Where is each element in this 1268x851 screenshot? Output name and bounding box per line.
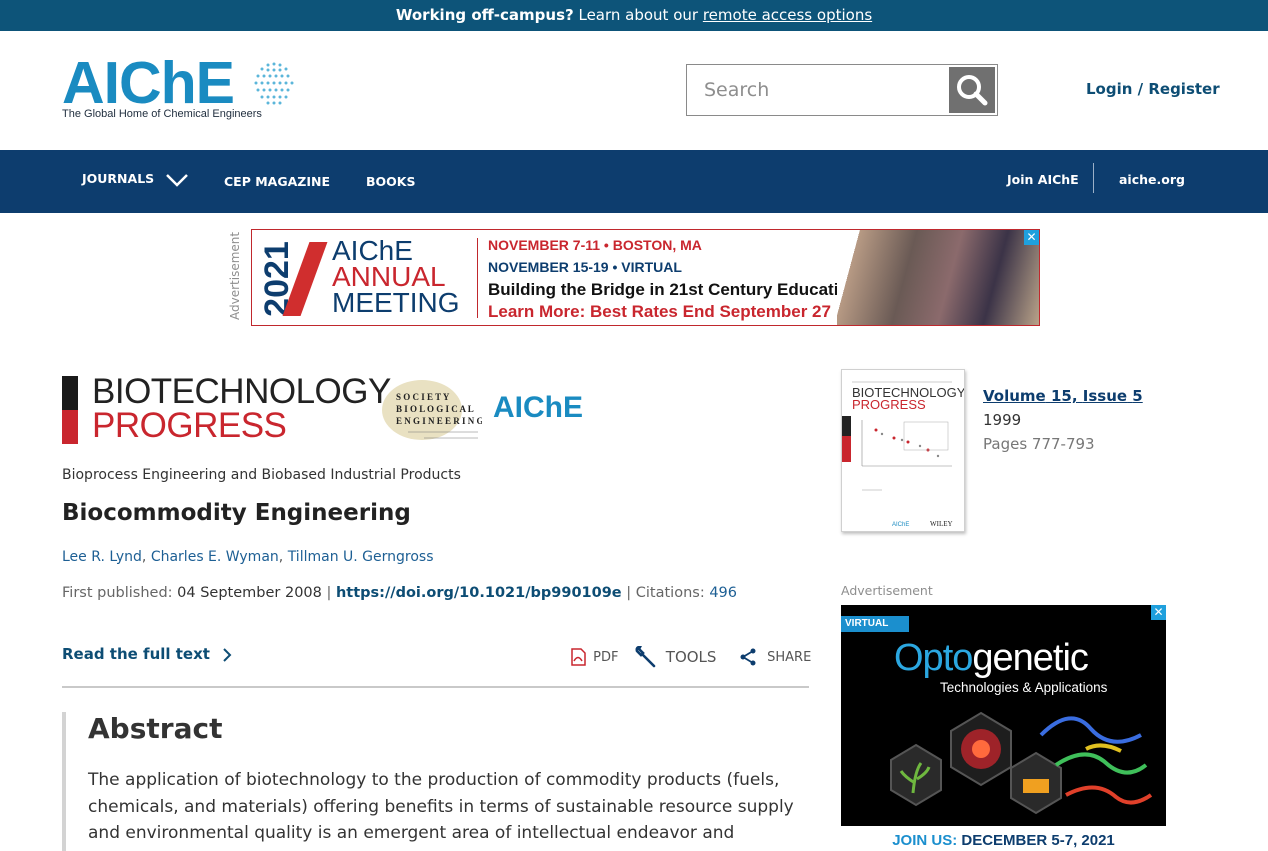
search-icon (957, 75, 988, 106)
svg-text:WILEY: WILEY (930, 520, 953, 528)
nav-books[interactable]: BOOKS (366, 174, 415, 189)
abstract-accent-bar (62, 712, 66, 851)
tools-label: TOOLS (665, 647, 717, 666)
aiche-logo-word: AIChE (62, 50, 235, 116)
banner-bold-text: Working off-campus? (395, 6, 574, 24)
nav-journals-label: JOURNALS (82, 171, 155, 186)
journal-logo-bars (62, 376, 78, 444)
doi-link[interactable]: https://doi.org/10.1021/bp990109e (336, 585, 622, 601)
nav-cep-magazine[interactable]: CEP MAGAZINE (224, 174, 330, 189)
banner-text: Learn about our (573, 6, 703, 24)
nav-join-aiche[interactable]: Join AIChE (1007, 172, 1079, 187)
issue-year: 1999 (983, 411, 1022, 429)
article-title: Biocommodity Engineering (62, 500, 411, 526)
section-divider (62, 686, 809, 688)
side-ad-label: Advertisement (841, 583, 933, 598)
svg-text:B I O L O G I C A L: B I O L O G I C A L (396, 404, 474, 414)
ad-label: Advertisement (228, 231, 242, 320)
share-button[interactable]: SHARE (739, 648, 811, 666)
remote-access-banner: Working off-campus? Learn about our remo… (0, 0, 1268, 31)
citations-count[interactable]: 496 (709, 585, 737, 601)
search-box[interactable]: Search (686, 64, 998, 116)
remote-access-link[interactable]: remote access options (703, 6, 872, 24)
journal-logo-line2: PROGRESS (92, 406, 287, 445)
ad-photo-collage (837, 230, 1039, 325)
chevron-right-icon (223, 647, 232, 662)
read-full-text-label: Read the full text (62, 645, 210, 663)
share-label: SHARE (767, 649, 812, 665)
cover-title-line2: PROGRESS (852, 397, 926, 412)
issue-label: Issue (1082, 387, 1128, 405)
ad-title-part1: Opto (894, 637, 973, 679)
volume-issue-link[interactable]: Volume 15, Issue 5 (983, 387, 1143, 405)
pdf-label: PDF (593, 649, 619, 665)
ad-headline: Building the Bridge in 21st Century Educ… (488, 280, 860, 299)
tools-button[interactable]: TOOLS (635, 645, 717, 668)
ad-cta: Learn More: Best Rates End September 27 (488, 302, 831, 321)
nav-journals[interactable]: JOURNALS (82, 171, 189, 187)
optogenetic-ad[interactable]: VIRTUAL Optogenetic Technologies & Appli… (841, 605, 1166, 851)
chevron-down-icon (165, 173, 188, 187)
pdf-icon (571, 648, 586, 666)
author-link[interactable]: Tillman U. Gerngross (288, 549, 434, 565)
ad-title-part2: genetic (972, 637, 1089, 679)
annual-meeting-ad[interactable]: 2021 AIChE ANNUAL MEETING NOVEMBER 7-11 … (251, 229, 1040, 326)
meta-divider: | (326, 585, 336, 601)
cover-artwork: BIOTECHNOLOGY PROGRESS WILEY AIChE (842, 381, 964, 528)
author-link[interactable]: Charles E. Wyman (151, 549, 279, 565)
article-section: Bioprocess Engineering and Biobased Indu… (62, 467, 461, 483)
globe-icon (254, 62, 294, 105)
aiche-logo-tagline: The Global Home of Chemical Engineers (62, 108, 262, 120)
read-full-text-link[interactable]: Read the full text (62, 645, 233, 663)
svg-text:S O C I E T Y: S O C I E T Y (396, 392, 450, 402)
wrench-icon (635, 645, 656, 668)
ad-text: NOVEMBER 7-11 • BOSTON, MA NOVEMBER 15-1… (488, 234, 859, 322)
ad-virtual-badge: VIRTUAL (841, 616, 909, 632)
svg-text:E N G I N E E R I N G: E N G I N E E R I N G (396, 416, 482, 426)
first-published-date: 04 September 2008 (177, 585, 322, 601)
svg-text:AIChE: AIChE (892, 522, 909, 528)
ad-join-banner: JOIN US: DECEMBER 5-7, 2021 (841, 826, 1166, 851)
sbe-logo[interactable]: S O C I E T Y B I O L O G I C A L E N G … (378, 378, 482, 442)
ad-date2: NOVEMBER 15-19 • VIRTUAL (488, 259, 682, 275)
pdf-button[interactable]: PDF (569, 648, 618, 666)
ad-subtitle: Technologies & Applications (940, 680, 1108, 695)
abstract-text: The application of biotechnology to the … (88, 770, 794, 851)
author-separator: , (278, 549, 288, 565)
ad-title: Optogenetic (894, 637, 1089, 680)
meta-divider: | (626, 585, 636, 601)
login-register-link[interactable]: Login / Register (1086, 80, 1220, 98)
partner-aiche-logo[interactable]: AIChE (493, 391, 583, 425)
ad-hexagon-artwork (890, 711, 1153, 815)
nav-aiche-org[interactable]: aiche.org (1119, 172, 1185, 187)
citations-label: Citations: (635, 585, 705, 601)
issue-pages: Pages 777-793 (983, 435, 1095, 453)
volume-number: 15, (1050, 387, 1078, 405)
publication-meta: First published: 04 September 2008 | htt… (62, 585, 737, 601)
ad-join-label: JOIN US: (892, 832, 958, 849)
author-link[interactable]: Lee R. Lynd (62, 549, 142, 565)
ad-meeting-wordmark: AIChE ANNUAL MEETING (332, 237, 460, 318)
author-separator: , (141, 549, 151, 565)
close-icon[interactable]: ✕ (1151, 605, 1166, 620)
first-published-label: First published: (62, 585, 173, 601)
ad-separator (477, 238, 478, 318)
issue-number: 5 (1132, 387, 1143, 405)
search-button[interactable] (949, 67, 995, 113)
search-input[interactable]: Search (704, 79, 769, 101)
abstract-heading: Abstract (88, 712, 223, 745)
ad-date1: NOVEMBER 7-11 • BOSTON, MA (488, 237, 702, 253)
volume-label: Volume (983, 387, 1046, 405)
main-nav: JOURNALS CEP MAGAZINE BOOKS Join AIChE a… (0, 150, 1268, 213)
share-icon (740, 648, 756, 666)
journal-cover-thumbnail[interactable]: BIOTECHNOLOGY PROGRESS WILEY AIChE (841, 369, 965, 532)
author-list: Lee R. Lynd, Charles E. Wyman, Tillman U… (62, 549, 434, 565)
nav-divider (1093, 163, 1094, 193)
aiche-logo[interactable]: AIChE The Global Home of Chemical Engine… (62, 51, 302, 125)
close-icon[interactable]: ✕ (1024, 230, 1039, 245)
ad-join-date: DECEMBER 5-7, 2021 (957, 832, 1115, 849)
ad-line3: MEETING (332, 287, 460, 318)
